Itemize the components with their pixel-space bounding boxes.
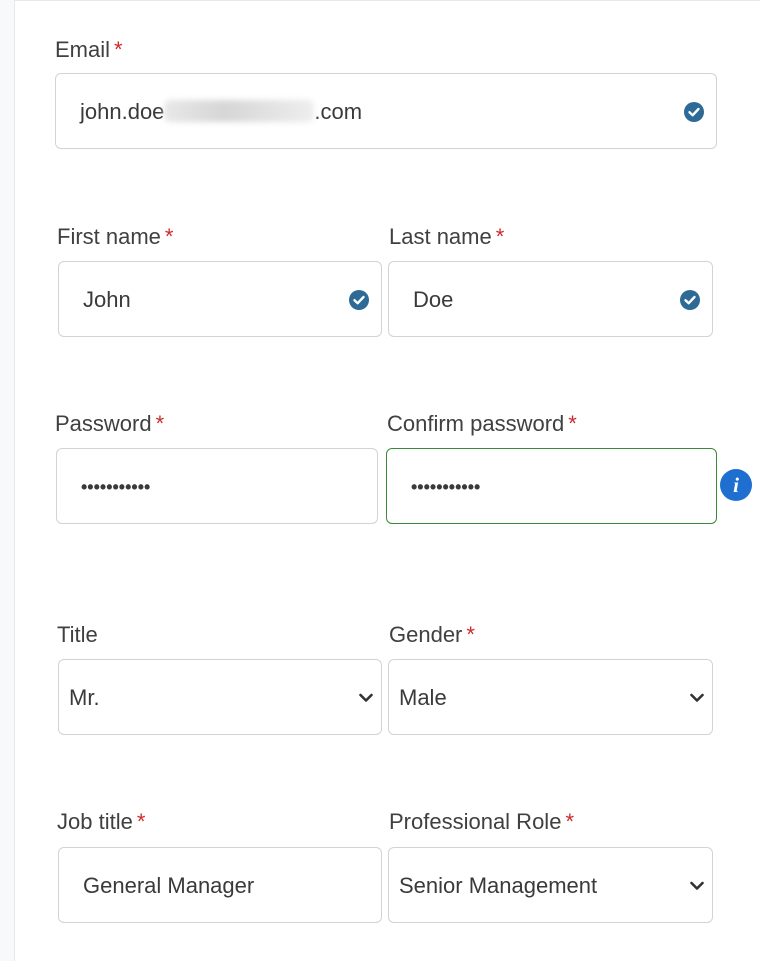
required-mark: *: [114, 37, 123, 62]
job-title-label: Job title *: [57, 809, 145, 835]
redacted-blur: [164, 100, 315, 122]
gender-label: Gender *: [389, 622, 475, 648]
check-circle-icon: [349, 290, 369, 310]
job-title-label-text: Job title: [57, 809, 133, 834]
email-value-prefix: john.doe: [80, 99, 165, 124]
required-mark: *: [495, 224, 505, 249]
gender-label-text: Gender: [389, 622, 463, 647]
password-label-text: Password: [55, 411, 152, 436]
first-name-label: First name *: [57, 224, 173, 250]
email-value-suffix: .com: [314, 99, 363, 124]
title-select[interactable]: Mr.: [58, 659, 382, 735]
password-field[interactable]: •••••••••••: [56, 448, 378, 524]
title-selected-value: Mr.: [69, 685, 100, 710]
first-name-field[interactable]: John: [58, 261, 382, 337]
required-mark: *: [136, 809, 146, 834]
job-title-value: General Manager: [83, 873, 255, 898]
required-mark: *: [565, 809, 574, 834]
email-label: Email *: [55, 37, 123, 63]
gender-select[interactable]: Male: [388, 659, 713, 735]
last-name-label: Last name *: [389, 224, 504, 250]
required-mark: *: [164, 224, 174, 249]
chevron-down-icon: [690, 693, 704, 702]
confirm-password-label: Confirm password *: [387, 411, 577, 437]
email-field[interactable]: john.doe .com: [55, 73, 717, 149]
required-mark: *: [568, 411, 577, 436]
professional-role-selected-value: Senior Management: [399, 873, 598, 898]
first-name-label-text: First name: [57, 224, 161, 249]
professional-role-label: Professional Role *: [389, 809, 574, 835]
title-label-text: Title: [57, 622, 98, 647]
email-value: john.doe .com: [80, 74, 362, 150]
last-name-value: Doe: [413, 287, 454, 312]
required-mark: *: [466, 622, 475, 647]
registration-form-panel: Email * john.doe .com First name * John Las…: [14, 0, 760, 961]
professional-role-select[interactable]: Senior Management: [388, 847, 713, 923]
confirm-password-field[interactable]: •••••••••••: [386, 448, 717, 524]
confirm-password-masked-value: •••••••••••: [411, 477, 481, 497]
job-title-field[interactable]: General Manager: [58, 847, 382, 923]
check-circle-icon: [680, 290, 700, 310]
title-label: Title: [57, 622, 98, 648]
last-name-field[interactable]: Doe: [388, 261, 713, 337]
password-label: Password *: [55, 411, 164, 437]
chevron-down-icon: [359, 693, 373, 702]
svg-text:i: i: [733, 473, 739, 497]
confirm-password-label-text: Confirm password: [387, 411, 565, 436]
required-mark: *: [155, 411, 165, 436]
check-circle-icon: [684, 102, 704, 122]
first-name-value: John: [83, 287, 131, 312]
email-label-text: Email: [55, 37, 111, 62]
professional-role-label-text: Professional Role: [389, 809, 562, 834]
gender-selected-value: Male: [399, 685, 447, 710]
info-icon[interactable]: i: [720, 469, 752, 501]
chevron-down-icon: [690, 881, 704, 890]
last-name-label-text: Last name: [389, 224, 492, 249]
password-masked-value: •••••••••••: [81, 477, 151, 497]
